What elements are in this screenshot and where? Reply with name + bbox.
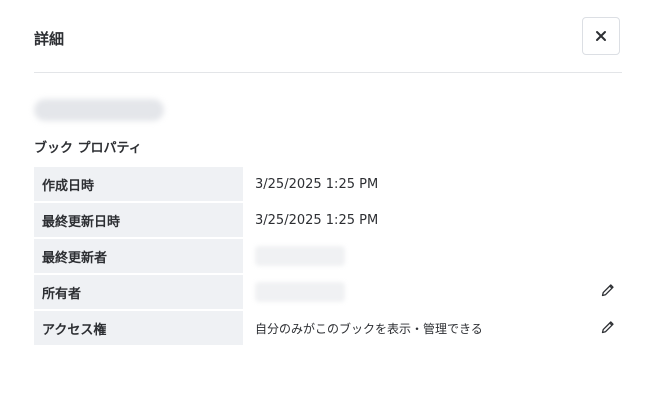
pencil-icon xyxy=(600,282,616,302)
redacted-user xyxy=(255,282,345,302)
edit-access-button[interactable] xyxy=(598,318,618,338)
property-value: 3/25/2025 1:25 PM xyxy=(255,176,379,192)
property-row-created: 作成日時 3/25/2025 1:25 PM xyxy=(34,167,624,201)
property-value: 3/25/2025 1:25 PM xyxy=(255,212,379,228)
close-button[interactable] xyxy=(582,17,620,55)
access-value-text: 自分のみがこのブックを表示・管理できる xyxy=(255,321,483,336)
property-value xyxy=(243,275,624,309)
redacted-user xyxy=(255,246,345,266)
details-panel: 詳細 ブック プロパティ 作成日時 3/25/2025 1:25 PM 最終更新… xyxy=(0,0,660,398)
property-label: アクセス権 xyxy=(34,311,243,345)
property-row-modified: 最終更新日時 3/25/2025 1:25 PM xyxy=(34,203,624,237)
property-label: 最終更新日時 xyxy=(34,203,243,237)
property-row-access: アクセス権 自分のみがこのブックを表示・管理できる xyxy=(34,311,624,345)
pencil-icon xyxy=(600,319,616,338)
property-value: 自分のみがこのブックを表示・管理できる xyxy=(243,311,624,345)
property-row-modified-by: 最終更新者 xyxy=(34,239,624,273)
property-value xyxy=(243,239,624,273)
close-icon xyxy=(595,27,607,46)
header-divider xyxy=(34,72,622,73)
book-name-redacted xyxy=(34,99,164,121)
property-label: 最終更新者 xyxy=(34,239,243,273)
property-row-owner: 所有者 xyxy=(34,275,624,309)
properties-table: 作成日時 3/25/2025 1:25 PM 最終更新日時 3/25/2025 … xyxy=(34,167,624,347)
section-title: ブック プロパティ xyxy=(34,141,142,156)
panel-title: 詳細 xyxy=(34,30,65,48)
edit-owner-button[interactable] xyxy=(598,282,618,302)
property-label: 作成日時 xyxy=(34,167,243,201)
property-label: 所有者 xyxy=(34,275,243,309)
